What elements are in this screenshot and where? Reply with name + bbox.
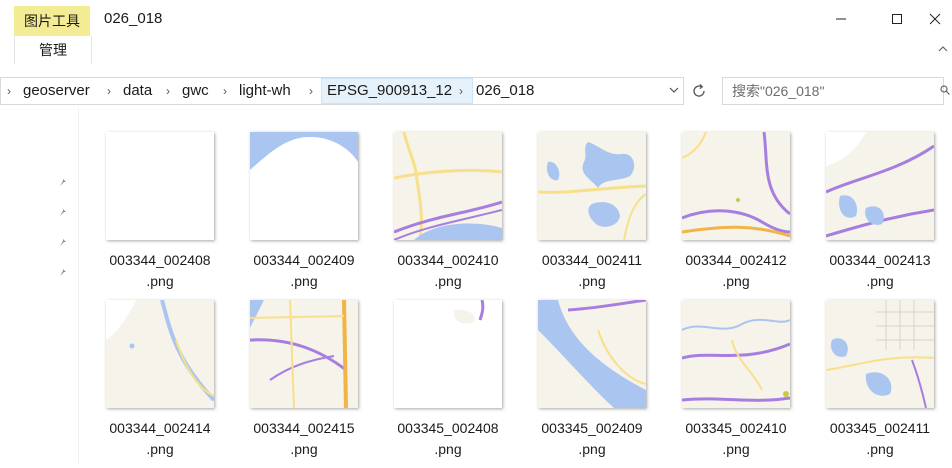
file-tile[interactable]: 003345_002408 .png — [392, 300, 536, 468]
minimize-icon — [836, 18, 846, 20]
crumb-gwc[interactable]: gwc — [182, 78, 209, 104]
file-name: 003344_002411 .png — [541, 252, 643, 289]
chevron-right-icon[interactable]: › — [459, 78, 463, 104]
window-title: 026_018 — [104, 10, 163, 27]
thumbnail-image — [538, 300, 646, 408]
chevron-down-icon[interactable] — [669, 78, 679, 104]
file-name: 003345_002410 .png — [685, 420, 787, 457]
thumbnail-image — [106, 300, 214, 408]
thumbnail-image — [250, 300, 358, 408]
thumbnail-image — [106, 132, 214, 240]
chevron-right-icon[interactable]: › — [166, 78, 170, 104]
thumbnail-image — [250, 132, 358, 240]
chevron-right-icon[interactable]: › — [223, 78, 227, 104]
thumbnail-image — [682, 300, 790, 408]
picture-tools-tab[interactable]: 图片工具 — [14, 6, 90, 36]
file-name: 003344_002409 .png — [253, 252, 355, 289]
crumb-data[interactable]: data — [123, 78, 152, 104]
maximize-icon — [892, 14, 902, 24]
file-name: 003344_002413 .png — [829, 252, 931, 289]
manage-tab[interactable]: 管理 — [14, 36, 92, 64]
thumbnail-image — [826, 300, 934, 408]
pin-icon[interactable] — [58, 206, 69, 220]
chevron-right-icon[interactable]: › — [309, 78, 313, 104]
file-tile[interactable]: 003344_002408 .png — [104, 132, 248, 300]
refresh-button[interactable] — [686, 78, 712, 104]
pin-icon[interactable] — [58, 176, 69, 190]
address-bar[interactable]: › geoserver › data › gwc › light-wh › EP… — [0, 77, 684, 105]
crumb-geoserver[interactable]: geoserver — [23, 78, 90, 104]
close-button[interactable] — [912, 4, 952, 34]
thumbnail-image — [826, 132, 934, 240]
thumbnail-image — [394, 300, 502, 408]
file-tile[interactable]: 003344_002412 .png — [680, 132, 824, 300]
file-name: 003344_002408 .png — [109, 252, 211, 289]
file-name: 003345_002409 .png — [541, 420, 643, 457]
thumbnail-image — [394, 132, 502, 240]
file-name: 003344_002415 .png — [253, 420, 355, 457]
file-name: 003344_002412 .png — [685, 252, 787, 289]
search-icon[interactable] — [940, 84, 950, 98]
file-tile[interactable]: 003344_002410 .png — [392, 132, 536, 300]
file-name: 003344_002410 .png — [397, 252, 499, 289]
pin-icon[interactable] — [58, 266, 69, 280]
file-tile[interactable]: 003344_002409 .png — [248, 132, 392, 300]
chevron-right-icon: › — [7, 84, 11, 98]
navigation-pane — [0, 108, 79, 463]
thumbnail-image — [682, 132, 790, 240]
crumb-epsg[interactable]: EPSG_900913_12 — [327, 78, 452, 104]
refresh-icon — [693, 84, 705, 97]
title-bar: 图片工具 管理 026_018 — [0, 0, 952, 70]
file-tile[interactable]: 003344_002413 .png — [824, 132, 952, 300]
chevron-right-icon[interactable]: › — [107, 78, 111, 104]
file-tile[interactable]: 003345_002409 .png — [536, 300, 680, 468]
pin-icon[interactable] — [58, 236, 69, 250]
file-name: 003344_002414 .png — [109, 420, 211, 457]
thumbnail-image — [538, 132, 646, 240]
file-tile[interactable]: 003345_002410 .png — [680, 300, 824, 468]
search-input[interactable]: 搜索"026_018" — [722, 77, 944, 105]
file-tile[interactable]: 003345_002411 .png — [824, 300, 952, 468]
file-name: 003345_002411 .png — [829, 420, 931, 457]
crumb-current[interactable]: 026_018 — [476, 78, 534, 104]
collapse-ribbon-icon[interactable] — [938, 42, 948, 56]
minimize-button[interactable] — [818, 4, 864, 34]
file-tile[interactable]: 003344_002414 .png — [104, 300, 248, 468]
close-icon — [929, 13, 941, 25]
crumb-light-wh[interactable]: light-wh — [239, 78, 291, 104]
address-row: › geoserver › data › gwc › light-wh › EP… — [0, 74, 952, 108]
file-tile[interactable]: 003344_002411 .png — [536, 132, 680, 300]
file-name: 003345_002408 .png — [397, 420, 499, 457]
file-tile[interactable]: 003344_002415 .png — [248, 300, 392, 468]
